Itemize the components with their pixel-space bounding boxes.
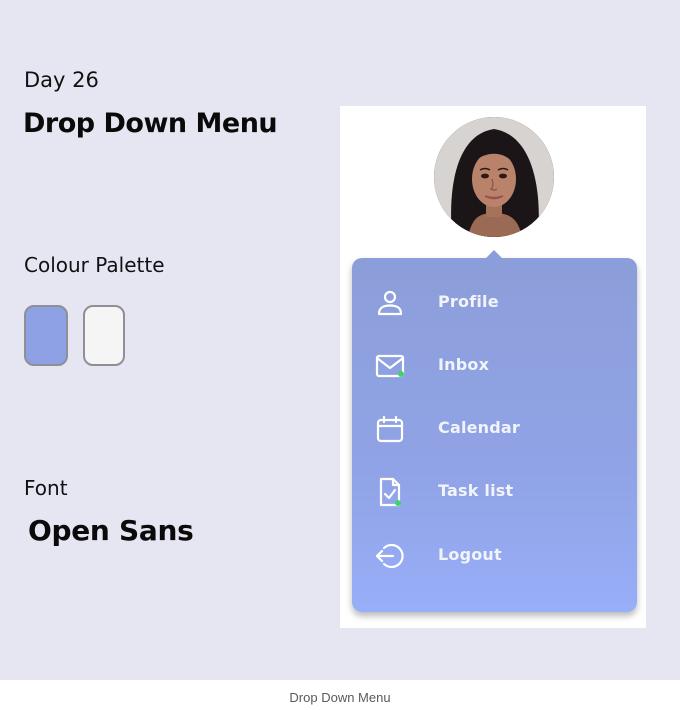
dropdown-menu: Profile Inbox Calendar Task list Logout <box>352 250 637 612</box>
color-swatch-secondary <box>83 305 125 366</box>
user-icon <box>374 287 406 319</box>
menu-item-label: Calendar <box>438 418 521 437</box>
menu-caret <box>485 250 503 259</box>
menu-item-label: Task list <box>438 481 514 500</box>
menu-item-label: Profile <box>438 292 499 311</box>
unread-badge <box>398 371 404 377</box>
menu-item-inbox[interactable]: Inbox <box>352 340 637 390</box>
logout-icon <box>374 540 406 572</box>
day-label: Day 26 <box>24 68 99 92</box>
mail-icon <box>374 350 406 382</box>
menu-item-logout[interactable]: Logout <box>352 530 637 580</box>
menu-item-label: Logout <box>438 545 502 564</box>
avatar[interactable] <box>434 117 554 237</box>
calendar-icon <box>374 413 406 445</box>
menu-item-calendar[interactable]: Calendar <box>352 403 637 453</box>
palette-label: Colour Palette <box>24 253 165 277</box>
page-title: Drop Down Menu <box>23 108 278 139</box>
menu-item-label: Inbox <box>438 355 490 374</box>
menu-item-task-list[interactable]: Task list <box>352 466 637 516</box>
font-label: Font <box>24 476 68 500</box>
artboard: Day 26 Drop Down Menu Colour Palette Fon… <box>0 0 680 680</box>
menu-item-profile[interactable]: Profile <box>352 277 637 327</box>
dropdown-preview: Profile Inbox Calendar Task list Logout <box>340 106 646 628</box>
color-swatch-primary <box>24 305 68 366</box>
footer-caption: Drop Down Menu <box>289 690 391 705</box>
avatar-portrait <box>434 117 554 237</box>
font-name: Open Sans <box>28 514 194 547</box>
task-list-icon <box>374 476 406 508</box>
task-badge <box>395 500 401 506</box>
